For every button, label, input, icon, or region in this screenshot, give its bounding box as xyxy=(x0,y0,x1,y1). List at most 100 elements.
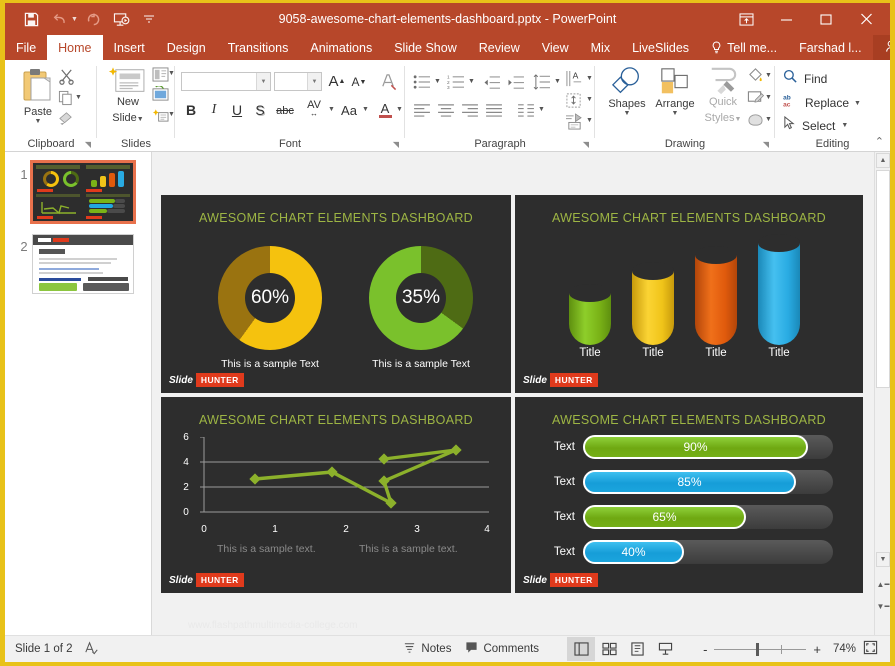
line-spacing-dropdown-caret[interactable]: ▼ xyxy=(554,78,561,85)
underline-button[interactable]: U xyxy=(227,100,247,120)
tab-review[interactable]: Review xyxy=(468,35,531,60)
tell-me-box[interactable]: Tell me... xyxy=(700,35,788,60)
copy-icon[interactable] xyxy=(55,88,77,108)
font-size-dropdown-caret[interactable]: ▼ xyxy=(307,73,321,90)
quick-styles-button[interactable]: Quick Styles▼ xyxy=(699,66,747,126)
align-right-icon[interactable] xyxy=(459,100,481,120)
copy-dropdown-caret[interactable]: ▼ xyxy=(75,94,82,101)
zoom-out-button[interactable]: - xyxy=(703,642,707,657)
arrange-button[interactable]: Arrange ▼ xyxy=(651,66,699,117)
next-slide-icon[interactable]: ▼ ▬ xyxy=(876,598,890,614)
font-color-dropdown-caret[interactable]: ▼ xyxy=(396,106,403,113)
columns-icon[interactable] xyxy=(515,100,537,120)
spell-check-icon[interactable] xyxy=(83,640,98,658)
cylinder-bar-2[interactable] xyxy=(632,262,674,345)
change-case-dropdown-caret[interactable]: ▼ xyxy=(362,106,369,113)
numbering-icon[interactable]: 123 xyxy=(445,72,467,92)
strikethrough-button[interactable]: abc xyxy=(273,101,297,121)
tab-design[interactable]: Design xyxy=(156,35,217,60)
zoom-slider-knob[interactable] xyxy=(756,642,760,656)
change-case-button[interactable]: Aa xyxy=(337,100,361,120)
progress-track-3[interactable]: 65% xyxy=(583,505,833,529)
new-slide-button[interactable]: New Slide▼ xyxy=(107,66,149,126)
convert-to-smartart-icon[interactable] xyxy=(563,111,585,131)
clear-formatting-icon[interactable] xyxy=(377,71,399,92)
italic-button[interactable]: I xyxy=(204,100,224,120)
minimize-icon[interactable] xyxy=(766,3,806,35)
text-direction-icon[interactable]: A xyxy=(563,69,585,89)
line-chart-plot[interactable] xyxy=(189,437,494,527)
progress-track-1[interactable]: 90% xyxy=(583,435,833,459)
zoom-in-button[interactable]: + xyxy=(813,642,821,657)
clipboard-dialog-launcher[interactable]: ◥ xyxy=(85,140,91,149)
find-button[interactable]: Find xyxy=(783,69,827,89)
cylinder-bar-4[interactable] xyxy=(758,234,800,345)
tab-insert[interactable]: Insert xyxy=(103,35,156,60)
tab-transitions[interactable]: Transitions xyxy=(217,35,300,60)
thumbnail-slide-1[interactable]: 1 xyxy=(15,160,136,224)
select-dropdown-caret[interactable]: ▼ xyxy=(841,122,848,129)
shape-fill-dropdown-caret[interactable]: ▼ xyxy=(765,72,772,79)
text-shadow-button[interactable]: S xyxy=(250,100,270,120)
format-painter-icon[interactable] xyxy=(55,108,77,128)
shape-effects-dropdown-caret[interactable]: ▼ xyxy=(765,116,772,123)
smartart-dropdown-caret[interactable]: ▼ xyxy=(586,117,593,124)
drawing-dialog-launcher[interactable]: ◥ xyxy=(763,140,769,149)
paragraph-dialog-launcher[interactable]: ◥ xyxy=(583,140,589,149)
slide-counter[interactable]: Slide 1 of 2 xyxy=(15,643,73,655)
decrease-indent-icon[interactable] xyxy=(481,72,503,92)
maximize-icon[interactable] xyxy=(806,3,846,35)
normal-view-icon[interactable] xyxy=(567,637,596,661)
shape-fill-icon[interactable] xyxy=(745,66,765,84)
progress-fill-4[interactable]: 40% xyxy=(583,540,684,564)
bullets-icon[interactable] xyxy=(411,72,433,92)
line-spacing-icon[interactable] xyxy=(531,72,553,92)
shape-outline-dropdown-caret[interactable]: ▼ xyxy=(765,94,772,101)
select-button[interactable]: Select ▼ xyxy=(783,115,848,135)
tab-slide-show[interactable]: Slide Show xyxy=(383,35,468,60)
align-center-icon[interactable] xyxy=(435,100,457,120)
shape-outline-icon[interactable] xyxy=(745,88,765,106)
quadrant-cylinder-chart[interactable]: AWESOME CHART ELEMENTS DASHBOARD Title T… xyxy=(515,195,863,393)
replace-button[interactable]: ab ac Replace ▼ xyxy=(783,93,861,113)
font-size-input[interactable]: ▼ xyxy=(274,72,322,91)
thumbnail-slide-2[interactable]: 2 xyxy=(15,234,134,294)
text-direction-dropdown-caret[interactable]: ▼ xyxy=(586,75,593,82)
character-spacing-button[interactable]: AV ↔ xyxy=(301,98,327,120)
progress-fill-3[interactable]: 65% xyxy=(583,505,746,529)
previous-slide-icon[interactable]: ▲ ▬ xyxy=(876,576,890,592)
cylinder-bar-1[interactable] xyxy=(569,284,611,345)
thumbnail-frame[interactable] xyxy=(30,160,136,224)
quadrant-progress-bars[interactable]: AWESOME CHART ELEMENTS DASHBOARD Text 90… xyxy=(515,397,863,593)
ribbon-display-options-icon[interactable] xyxy=(726,3,766,35)
scrollbar-thumb[interactable] xyxy=(876,170,890,388)
grow-font-icon[interactable]: A ▲ xyxy=(327,70,347,92)
vertical-scrollbar[interactable]: ▲ ▼ ▲ ▬ ▼ ▬ xyxy=(874,152,890,635)
shapes-button[interactable]: Shapes ▼ xyxy=(603,66,651,117)
notes-button[interactable]: Notes xyxy=(403,641,451,657)
slide-show-view-icon[interactable] xyxy=(651,637,679,661)
reset-icon[interactable] xyxy=(149,84,171,104)
slide-canvas[interactable]: AWESOME CHART ELEMENTS DASHBOARD 60% Thi… xyxy=(161,195,863,593)
slide-editing-area[interactable]: AWESOME CHART ELEMENTS DASHBOARD 60% Thi… xyxy=(152,152,874,635)
tab-home[interactable]: Home xyxy=(47,35,103,60)
font-dialog-launcher[interactable]: ◥ xyxy=(393,140,399,149)
tab-mix[interactable]: Mix xyxy=(580,35,621,60)
slide-sorter-view-icon[interactable] xyxy=(595,637,623,661)
progress-track-4[interactable]: 40% xyxy=(583,540,833,564)
scroll-up-arrow-icon[interactable]: ▲ xyxy=(876,153,890,168)
spacing-dropdown-caret[interactable]: ▼ xyxy=(328,106,335,113)
shrink-font-icon[interactable]: A ▼ xyxy=(349,72,369,92)
increase-indent-icon[interactable] xyxy=(505,72,527,92)
zoom-slider[interactable] xyxy=(714,642,807,656)
tab-file[interactable]: File xyxy=(5,35,47,60)
thumbnail-frame[interactable] xyxy=(32,234,134,294)
shapes-dropdown-caret[interactable]: ▼ xyxy=(603,110,651,117)
close-icon[interactable] xyxy=(846,3,886,35)
align-left-icon[interactable] xyxy=(411,100,433,120)
align-text-dropdown-caret[interactable]: ▼ xyxy=(586,96,593,103)
bullets-dropdown-caret[interactable]: ▼ xyxy=(434,78,441,85)
tab-liveslides[interactable]: LiveSlides xyxy=(621,35,700,60)
comments-button[interactable]: Comments xyxy=(465,641,539,657)
cylinder-bar-3[interactable] xyxy=(695,246,737,345)
